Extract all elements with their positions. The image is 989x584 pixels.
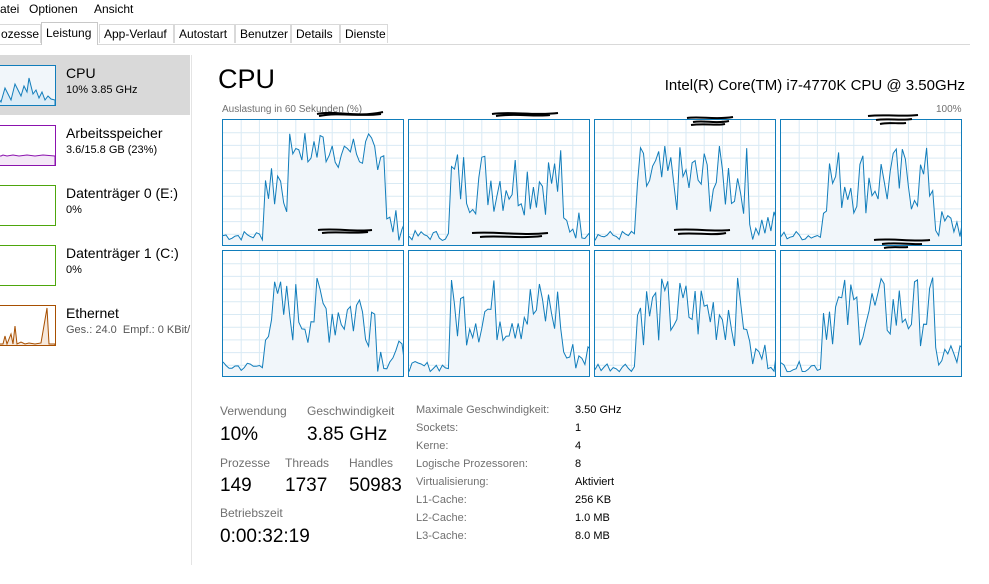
sidebar-item-cpu[interactable]: CPU 10% 3.85 GHz xyxy=(0,55,190,115)
core-graph-5 xyxy=(408,250,590,377)
core-graph-7 xyxy=(780,250,962,377)
tab-bar: ozesse Leistung App-Verlauf Autostart Be… xyxy=(0,22,970,45)
ethernet-sent: Ges.: 24.0 xyxy=(66,324,117,336)
sidebar-item-disk1[interactable]: Datenträger 1 (C:) 0% xyxy=(0,235,190,295)
detail-value: 8 xyxy=(575,458,582,470)
memory-thumbnail-graph xyxy=(0,125,56,166)
speed-label: Geschwindigkeit xyxy=(307,404,395,418)
disk0-thumbnail-graph xyxy=(0,185,56,226)
redaction-scribble xyxy=(867,114,919,125)
processes-label: Prozesse xyxy=(220,456,271,470)
uptime-value: 0:00:32:19 xyxy=(220,526,310,547)
detail-key: Sockets: xyxy=(416,422,459,434)
sidebar-disk0-title: Datenträger 0 (E:) xyxy=(66,185,179,201)
detail-key: L3-Cache: xyxy=(416,530,467,542)
tab-performance[interactable]: Leistung xyxy=(41,22,98,45)
detail-key: L1-Cache: xyxy=(416,494,467,506)
sidebar-cpu-title: CPU xyxy=(66,65,96,81)
sidebar-disk1-sub: 0% xyxy=(66,264,82,276)
redaction-scribble xyxy=(873,238,931,249)
redaction-scribble xyxy=(686,116,734,126)
sidebar-cpu-sub: 10% 3.85 GHz xyxy=(66,84,138,96)
detail-key: Logische Prozessoren: xyxy=(416,458,528,470)
sidebar-item-ethernet[interactable]: Ethernet Ges.: 24.0 Empf.: 0 KBit/ xyxy=(0,295,190,355)
usage-value: 10% xyxy=(220,424,259,445)
menu-bar: atei Optionen Ansicht xyxy=(0,0,989,19)
sidebar-ethernet-sub: Ges.: 24.0 Empf.: 0 KBit/ xyxy=(66,324,190,336)
core-graph-1 xyxy=(408,119,590,246)
threads-label: Threads xyxy=(285,456,330,470)
core-graph-3 xyxy=(780,119,962,246)
menu-view[interactable]: Ansicht xyxy=(94,2,133,16)
detail-value: 3.50 GHz xyxy=(575,404,622,416)
usage-area xyxy=(223,133,403,245)
redaction-scribble xyxy=(317,228,373,234)
core-graph-4 xyxy=(222,250,404,377)
redaction-scribble xyxy=(491,112,559,117)
redaction-scribble xyxy=(471,231,549,239)
sidebar-disk0-sub: 0% xyxy=(66,204,82,216)
detail-value: 1 xyxy=(575,422,582,434)
page-title: CPU xyxy=(218,64,276,94)
threads-value: 1737 xyxy=(285,475,328,496)
detail-value: 8.0 MB xyxy=(575,530,610,542)
ethernet-thumbnail-graph xyxy=(0,305,56,346)
usage-label: Verwendung xyxy=(220,404,287,418)
detail-value: 4 xyxy=(575,440,582,452)
uptime-label: Betriebszeit xyxy=(220,506,283,520)
core-graph-6 xyxy=(594,250,776,377)
detail-key: Maximale Geschwindigkeit: xyxy=(416,404,550,416)
ethernet-received: Empf.: 0 KBit/ xyxy=(122,324,191,336)
cpu-model-name: Intel(R) Core(TM) i7-4770K CPU @ 3.50GHz xyxy=(664,77,965,94)
handles-label: Handles xyxy=(349,456,394,470)
detail-value: 256 KB xyxy=(575,494,612,506)
disk1-thumbnail-graph xyxy=(0,245,56,286)
redaction-scribble xyxy=(316,111,384,117)
tab-processes[interactable]: ozesse xyxy=(0,24,41,43)
sidebar-item-disk0[interactable]: Datenträger 0 (E:) 0% xyxy=(0,175,190,235)
cpu-thumbnail-graph xyxy=(0,65,56,106)
core-graph-0 xyxy=(222,119,404,246)
sidebar-memory-sub: 3.6/15.8 GB (23%) xyxy=(66,144,158,156)
tab-services[interactable]: Dienste xyxy=(340,24,388,43)
graph-max-label: 100% xyxy=(936,104,962,115)
tab-app-history[interactable]: App-Verlauf xyxy=(99,24,174,43)
sidebar-item-memory[interactable]: Arbeitsspeicher 3.6/15.8 GB (23%) xyxy=(0,115,190,175)
sidebar-separator xyxy=(191,55,192,565)
handles-value: 50983 xyxy=(349,475,402,496)
detail-key: L2-Cache: xyxy=(416,512,467,524)
sidebar-ethernet-title: Ethernet xyxy=(66,305,119,321)
resource-sidebar: CPU 10% 3.85 GHz Arbeitsspeicher 3.6/15.… xyxy=(0,55,190,565)
detail-value: Aktiviert xyxy=(575,476,615,488)
sidebar-memory-title: Arbeitsspeicher xyxy=(66,125,163,141)
detail-key: Kerne: xyxy=(416,440,449,452)
menu-file[interactable]: atei xyxy=(0,2,19,16)
processes-value: 149 xyxy=(220,475,252,496)
menu-options[interactable]: Optionen xyxy=(29,2,78,16)
tab-users[interactable]: Benutzer xyxy=(235,24,291,43)
speed-value: 3.85 GHz xyxy=(307,424,388,445)
detail-key: Virtualisierung: xyxy=(416,476,489,488)
detail-value: 1.0 MB xyxy=(575,512,610,524)
tab-details[interactable]: Details xyxy=(291,24,340,43)
redaction-scribble xyxy=(673,228,731,236)
tab-startup[interactable]: Autostart xyxy=(174,24,235,43)
sidebar-disk1-title: Datenträger 1 (C:) xyxy=(66,245,179,261)
